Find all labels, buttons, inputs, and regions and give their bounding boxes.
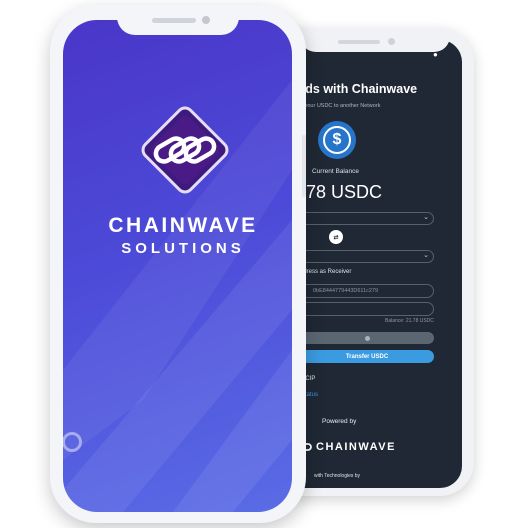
balance-label: Current Balance [312, 168, 359, 175]
receiver-label: ddress as Receiver [300, 269, 352, 275]
swap-networks-button[interactable]: ⇄ [329, 230, 343, 244]
page-heading: unds with Chainwave [290, 82, 418, 96]
powered-brand: CHAINWAVE [316, 441, 396, 453]
brand-name: CHAINWAVE [108, 214, 258, 237]
balance-value: .78 USDC [301, 182, 383, 202]
back-phone-camera [388, 38, 395, 45]
approve-button[interactable] [300, 332, 434, 344]
amount-input[interactable] [300, 302, 434, 316]
phone-side-button [302, 135, 306, 197]
source-network-select[interactable]: ⌄ [300, 212, 434, 225]
powered-by-label: Powered by [322, 418, 357, 425]
technologies-label: with Technologies by [314, 473, 361, 479]
phone-camera [202, 16, 210, 24]
balance-hint: Balance: 21.78 USDC [385, 318, 434, 324]
splash-screen [63, 20, 292, 512]
chevron-down-icon: ⌄ [423, 252, 429, 259]
chain-link-diamond-icon [133, 98, 237, 202]
loading-icon [364, 335, 370, 341]
destination-network-select[interactable]: ⌄ [300, 250, 434, 263]
wallet-status-icon: ● [433, 50, 438, 59]
home-indicator-ring [62, 432, 82, 452]
usdc-icon: $ [318, 121, 356, 159]
page-subheading: g your USDC to another Network [300, 103, 381, 109]
receiver-address-input[interactable]: 0bE8444779443D611c279 [300, 284, 434, 298]
chevron-down-icon: ⌄ [423, 214, 429, 221]
background-stripes [63, 80, 292, 512]
back-phone-speaker [338, 40, 380, 44]
transfer-usdc-button[interactable]: Transfer USDC [300, 350, 434, 363]
brand-tagline: SOLUTIONS [121, 240, 245, 257]
phone-speaker [152, 18, 196, 23]
